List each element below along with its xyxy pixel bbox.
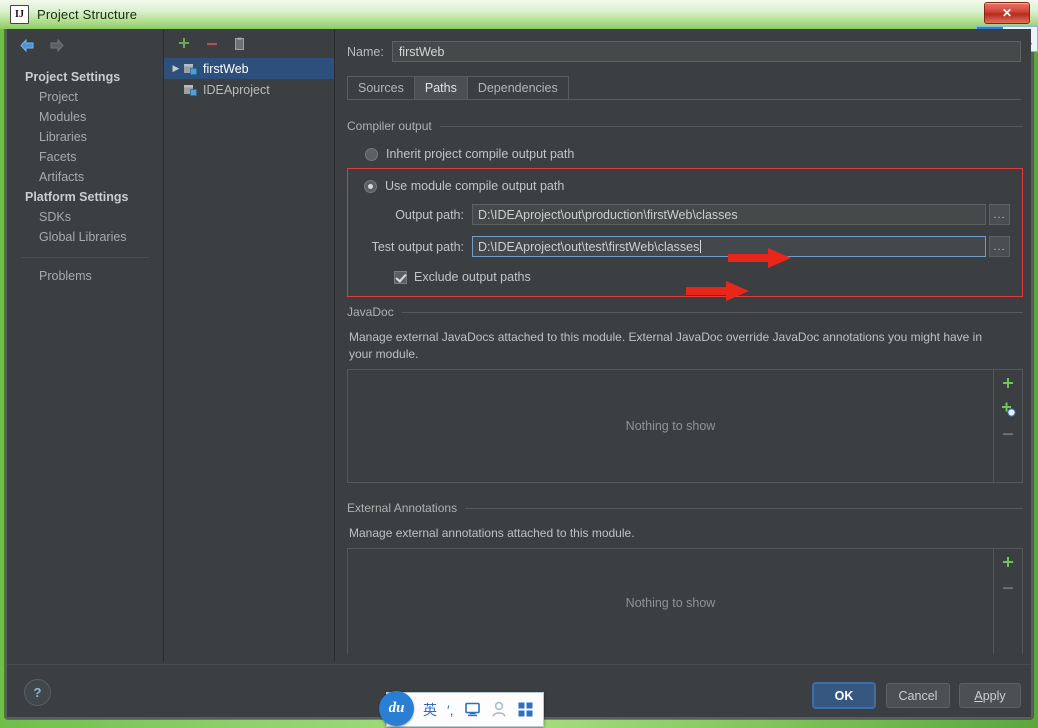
javadoc-list[interactable]: Nothing to show xyxy=(347,369,1023,483)
use-module-output-radio-row[interactable]: Use module compile output path xyxy=(360,179,1010,193)
annotations-list[interactable]: Nothing to show xyxy=(347,548,1023,654)
module-name: firstWeb xyxy=(203,61,249,76)
sidebar-items: Project Settings Project Modules Librari… xyxy=(7,67,163,286)
apply-button[interactable]: Apply xyxy=(959,683,1021,708)
tab-sources[interactable]: Sources xyxy=(347,76,415,99)
intellij-idea-icon: IJ xyxy=(10,5,29,24)
module-detail-panel: Name: firstWeb Sources Paths Dependencie… xyxy=(335,29,1031,662)
use-module-output-label: Use module compile output path xyxy=(385,179,565,193)
module-name-row: Name: firstWeb xyxy=(335,29,1031,62)
app-icon-text: IJ xyxy=(15,8,24,20)
sidebar-item-facets[interactable]: Facets xyxy=(7,147,163,167)
javadoc-section-header: JavaDoc xyxy=(347,305,1023,319)
exclude-output-paths-checkbox[interactable] xyxy=(394,270,407,284)
module-icon xyxy=(183,62,198,76)
baidu-ime-logo-icon[interactable]: du xyxy=(379,691,414,726)
output-path-row: Output path: D:\IDEAproject\out\producti… xyxy=(360,204,1010,225)
javadoc-description: Manage external JavaDocs attached to thi… xyxy=(349,330,983,361)
sidebar-divider xyxy=(21,257,149,258)
annotations-empty-text: Nothing to show xyxy=(625,596,716,610)
remove-module-button[interactable] xyxy=(204,36,220,52)
ime-user-icon[interactable] xyxy=(491,701,507,718)
test-output-path-value: D:\IDEAproject\out\test\firstWeb\classes xyxy=(478,240,700,254)
module-icon xyxy=(183,83,198,97)
javadoc-empty-text: Nothing to show xyxy=(625,419,716,433)
chevron-right-icon[interactable]: ▶ xyxy=(170,63,182,74)
ime-apps-icon[interactable] xyxy=(517,701,534,718)
module-output-highlight-box: Use module compile output path Output pa… xyxy=(347,168,1023,301)
section-rule xyxy=(439,125,1023,127)
help-button[interactable]: ? xyxy=(24,679,51,706)
detail-tabs: Sources Paths Dependencies xyxy=(347,76,1021,100)
modules-toolbar xyxy=(164,29,334,58)
sidebar-group-project-settings: Project Settings xyxy=(25,70,121,84)
add-javadoc-button[interactable] xyxy=(1000,376,1016,392)
module-name: IDEAproject xyxy=(203,82,270,97)
test-output-path-input[interactable]: D:\IDEAproject\out\test\firstWeb\classes xyxy=(472,236,986,257)
close-window-button[interactable]: ✕ xyxy=(984,2,1030,24)
use-module-output-radio[interactable] xyxy=(364,179,377,193)
ok-button[interactable]: OK xyxy=(813,683,875,708)
annotations-description: Manage external annotations attached to … xyxy=(349,526,635,540)
sidebar-item-problems[interactable]: Problems xyxy=(7,266,163,286)
window-title: Project Structure xyxy=(37,7,138,22)
output-path-label: Output path: xyxy=(395,207,464,222)
settings-sidebar: Project Settings Project Modules Librari… xyxy=(7,29,164,662)
table-row[interactable]: IDEAproject xyxy=(164,79,334,100)
sidebar-group-platform-settings: Platform Settings xyxy=(25,190,129,204)
tab-dependencies[interactable]: Dependencies xyxy=(466,76,569,99)
output-path-input[interactable]: D:\IDEAproject\out\production\firstWeb\c… xyxy=(472,204,986,225)
modules-panel: ▶ firstWeb IDEAproject xyxy=(164,29,335,662)
test-output-path-label: Test output path: xyxy=(371,239,464,254)
output-path-browse-button[interactable]: ... xyxy=(989,204,1010,225)
inherit-output-label: Inherit project compile output path xyxy=(386,147,575,161)
javadoc-actions xyxy=(993,370,1022,482)
sidebar-item-sdks[interactable]: SDKs xyxy=(7,207,163,227)
inherit-output-radio-row[interactable]: Inherit project compile output path xyxy=(365,147,1023,161)
sidebar-item-libraries[interactable]: Libraries xyxy=(7,127,163,147)
ime-keyboard-icon[interactable] xyxy=(464,701,481,718)
sidebar-item-modules[interactable]: Modules xyxy=(7,107,163,127)
screen-root: IJ Project Structure ✕ ∞ 拖拽 xyxy=(0,0,1038,728)
section-title: JavaDoc xyxy=(347,305,394,319)
test-output-path-browse-button[interactable]: ... xyxy=(989,236,1010,257)
ime-language-icon[interactable]: 英 xyxy=(423,700,437,720)
apply-rest: pply xyxy=(982,688,1006,703)
inherit-output-radio[interactable] xyxy=(365,147,378,161)
remove-javadoc-button xyxy=(1000,426,1016,442)
compiler-output-section-header: Compiler output xyxy=(347,119,1023,133)
copy-module-button[interactable] xyxy=(232,36,248,52)
annotations-actions xyxy=(993,549,1022,654)
add-module-button[interactable] xyxy=(176,36,192,52)
section-rule xyxy=(401,311,1023,313)
exclude-output-paths-label: Exclude output paths xyxy=(414,270,531,284)
cancel-button[interactable]: Cancel xyxy=(886,683,950,708)
arrow-left-icon[interactable] xyxy=(19,38,36,53)
add-javadoc-url-button[interactable] xyxy=(1000,401,1016,417)
sidebar-item-project[interactable]: Project xyxy=(7,87,163,107)
module-name-input[interactable]: firstWeb xyxy=(391,41,1021,62)
section-title: External Annotations xyxy=(347,501,458,515)
name-label: Name: xyxy=(347,44,384,59)
section-title: Compiler output xyxy=(347,119,432,133)
test-output-path-row: Test output path: D:\IDEAproject\out\tes… xyxy=(360,236,1010,257)
ime-toolbar[interactable]: du 英 ′, xyxy=(379,691,544,727)
paths-scroll-area: Compiler output Inherit project compile … xyxy=(347,113,1023,654)
ime-punctuation-icon[interactable]: ′, xyxy=(447,702,454,718)
table-row[interactable]: ▶ firstWeb xyxy=(164,58,334,79)
add-annotation-button[interactable] xyxy=(1000,555,1016,571)
dialog-content: Project Settings Project Modules Librari… xyxy=(7,29,1031,662)
sidebar-item-global-libraries[interactable]: Global Libraries xyxy=(7,227,163,247)
sidebar-item-artifacts[interactable]: Artifacts xyxy=(7,167,163,187)
exclude-output-paths-row[interactable]: Exclude output paths xyxy=(394,270,1010,284)
sidebar-nav-arrows xyxy=(7,29,163,53)
arrow-right-icon xyxy=(48,38,65,53)
apply-mnemonic: A xyxy=(974,688,983,703)
tab-paths[interactable]: Paths xyxy=(413,76,468,99)
text-caret xyxy=(700,240,702,253)
section-rule xyxy=(465,507,1023,509)
annotations-section-header: External Annotations xyxy=(347,501,1023,515)
window-titlebar: IJ Project Structure ✕ xyxy=(0,0,1038,29)
remove-annotation-button xyxy=(1000,580,1016,596)
